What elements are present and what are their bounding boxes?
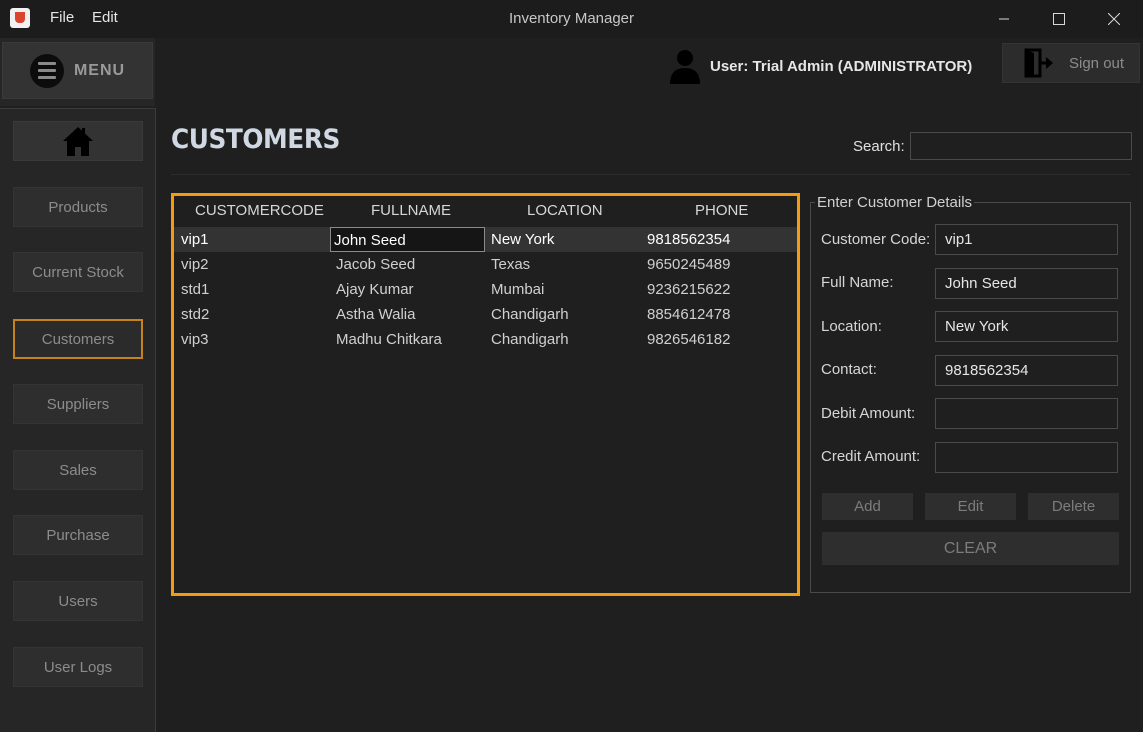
cell-fullname: Astha Walia bbox=[336, 306, 416, 323]
table-row[interactable]: vip2 Jacob Seed Texas 9650245489 bbox=[174, 252, 797, 277]
cell-phone: 9650245489 bbox=[647, 256, 731, 273]
cell-location: New York bbox=[491, 231, 555, 248]
cell-customer-code: vip1 bbox=[181, 231, 209, 248]
sidebar-item-sales[interactable]: Sales bbox=[13, 450, 143, 490]
table-row[interactable]: vip3 Madhu Chitkara Chandigarh 982654618… bbox=[174, 327, 797, 352]
add-button[interactable]: Add bbox=[822, 493, 913, 520]
debit-amount-field[interactable] bbox=[935, 398, 1118, 429]
location-field[interactable] bbox=[935, 311, 1118, 342]
maximize-button[interactable] bbox=[1036, 4, 1082, 34]
full-name-field[interactable] bbox=[935, 268, 1118, 299]
page-title: CUSTOMERS bbox=[171, 124, 340, 155]
user-icon bbox=[670, 50, 700, 84]
delete-button[interactable]: Delete bbox=[1028, 493, 1119, 520]
table-row[interactable]: std1 Ajay Kumar Mumbai 9236215622 bbox=[174, 277, 797, 302]
column-header-phone[interactable]: PHONE bbox=[695, 202, 748, 219]
sign-out-button[interactable]: Sign out bbox=[1002, 43, 1140, 83]
menu-button[interactable]: MENU bbox=[2, 42, 153, 99]
menu-label: MENU bbox=[73, 61, 126, 79]
clear-button[interactable]: CLEAR bbox=[822, 532, 1119, 565]
credit-amount-label: Credit Amount: bbox=[821, 448, 921, 465]
sign-out-icon bbox=[1024, 48, 1053, 78]
customer-code-label: Customer Code: bbox=[821, 231, 931, 248]
column-header-customercode[interactable]: CUSTOMERCODE bbox=[195, 202, 324, 219]
minimize-icon bbox=[999, 18, 1009, 20]
sidebar-item-users[interactable]: Users bbox=[13, 581, 143, 621]
sidebar-item-products[interactable]: Products bbox=[13, 187, 143, 227]
cell-fullname: Ajay Kumar bbox=[336, 281, 414, 298]
contact-field[interactable] bbox=[935, 355, 1118, 386]
close-icon bbox=[1108, 13, 1120, 25]
hamburger-icon bbox=[29, 53, 64, 88]
cell-phone: 9818562354 bbox=[647, 231, 731, 248]
cell-customer-code: std2 bbox=[181, 306, 210, 323]
cell-fullname: Madhu Chitkara bbox=[336, 331, 442, 348]
cell-phone: 8854612478 bbox=[647, 306, 731, 323]
debit-amount-label: Debit Amount: bbox=[821, 405, 916, 422]
maximize-icon bbox=[1053, 13, 1065, 25]
close-button[interactable] bbox=[1091, 4, 1137, 34]
cell-location: Mumbai bbox=[491, 281, 545, 298]
sidebar-item-current-stock[interactable]: Current Stock bbox=[13, 252, 143, 292]
minimize-button[interactable] bbox=[981, 4, 1027, 34]
table-row[interactable]: std2 Astha Walia Chandigarh 8854612478 bbox=[174, 302, 797, 327]
cell-customer-code: vip3 bbox=[181, 331, 209, 348]
cell-phone: 9826546182 bbox=[647, 331, 731, 348]
cell-fullname: John Seed bbox=[330, 227, 485, 252]
full-name-label: Full Name: bbox=[821, 274, 894, 291]
cell-customer-code: vip2 bbox=[181, 256, 209, 273]
sidebar-item-user-logs[interactable]: User Logs bbox=[13, 647, 143, 687]
cell-customer-code: std1 bbox=[181, 281, 210, 298]
column-header-location[interactable]: LOCATION bbox=[527, 202, 603, 219]
home-icon bbox=[63, 127, 93, 156]
header-divider bbox=[171, 174, 1131, 175]
sidebar-item-suppliers[interactable]: Suppliers bbox=[13, 384, 143, 424]
contact-label: Contact: bbox=[821, 361, 877, 378]
sidebar-item-customers[interactable]: Customers bbox=[13, 319, 143, 359]
sign-out-label: Sign out bbox=[1069, 54, 1125, 72]
edit-button[interactable]: Edit bbox=[925, 493, 1016, 520]
customer-code-field[interactable] bbox=[935, 224, 1118, 255]
search-label: Search: bbox=[853, 138, 905, 155]
cell-location: Chandigarh bbox=[491, 331, 569, 348]
cell-location: Texas bbox=[491, 256, 531, 273]
location-label: Location: bbox=[821, 318, 882, 335]
search-input[interactable] bbox=[910, 132, 1132, 160]
table-row[interactable]: vip1 John Seed New York 9818562354 bbox=[174, 227, 797, 252]
home-button[interactable] bbox=[13, 121, 143, 161]
cell-fullname: Jacob Seed bbox=[336, 256, 416, 273]
window-title: Inventory Manager bbox=[508, 10, 635, 27]
sidebar-item-purchase[interactable]: Purchase bbox=[13, 515, 143, 555]
cell-location: Chandigarh bbox=[491, 306, 569, 323]
credit-amount-field[interactable] bbox=[935, 442, 1118, 473]
customer-details-title: Enter Customer Details bbox=[815, 194, 975, 211]
column-header-fullname[interactable]: FULLNAME bbox=[371, 202, 451, 219]
cell-phone: 9236215622 bbox=[647, 281, 731, 298]
user-label: User: Trial Admin (ADMINISTRATOR) bbox=[710, 58, 973, 75]
